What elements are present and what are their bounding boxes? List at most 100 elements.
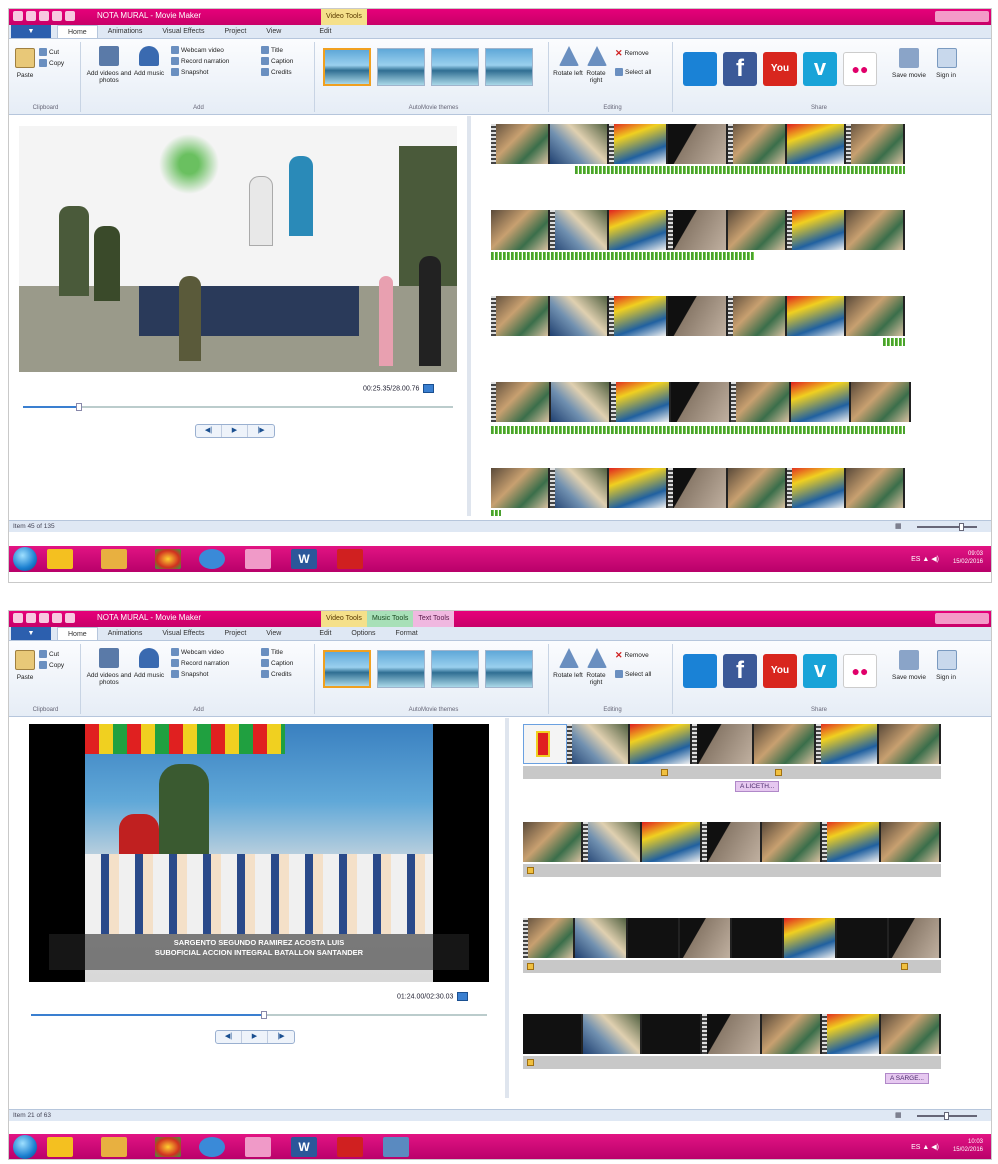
taskbar-acrobat-icon[interactable]	[337, 549, 363, 569]
add-videos-label[interactable]: Add videos and photos	[85, 672, 133, 686]
seek-thumb[interactable]	[75, 403, 82, 411]
add-videos-icon[interactable]	[99, 46, 119, 66]
title-button[interactable]: Title	[261, 648, 283, 656]
video-clip[interactable]	[671, 382, 731, 422]
snapshot-button[interactable]: Snapshot	[171, 670, 208, 678]
flickr-icon[interactable]: ●●	[843, 654, 877, 688]
music-note-icon[interactable]	[139, 46, 159, 66]
video-clip[interactable]	[851, 382, 911, 422]
rotate-left-icon[interactable]	[559, 648, 579, 668]
video-clip[interactable]	[550, 296, 610, 336]
tab-visual-effects[interactable]: Visual Effects	[152, 627, 214, 640]
window-controls[interactable]	[935, 613, 989, 624]
video-clip[interactable]	[786, 124, 846, 164]
tray-icons[interactable]: ES ▲ ◀)	[911, 1143, 939, 1151]
video-clip[interactable]	[786, 210, 846, 250]
taskbar-media-icon[interactable]	[47, 549, 73, 569]
theme-thumbnail[interactable]	[431, 650, 479, 688]
caption-button[interactable]: Caption	[261, 659, 293, 667]
rotate-left-icon[interactable]	[559, 46, 579, 66]
video-preview[interactable]	[19, 126, 457, 372]
black-clip[interactable]	[836, 918, 889, 958]
snapshot-button[interactable]: Snapshot	[171, 68, 208, 76]
video-clip[interactable]	[582, 822, 643, 862]
black-clip[interactable]	[627, 918, 680, 958]
video-clip[interactable]	[821, 822, 882, 862]
narration-button[interactable]: Record narration	[171, 57, 229, 65]
music-track[interactable]	[491, 510, 501, 516]
storyboard-size-icon[interactable]: ▦	[895, 1111, 902, 1119]
video-clip[interactable]	[491, 124, 551, 164]
theme-thumbnail[interactable]	[485, 650, 533, 688]
video-clip[interactable]	[888, 918, 941, 958]
video-clip[interactable]	[845, 124, 905, 164]
music-track[interactable]	[491, 426, 905, 434]
taskbar-chrome-icon[interactable]	[155, 1137, 181, 1157]
onedrive-icon[interactable]	[683, 52, 717, 86]
taskbar-ie-icon[interactable]	[199, 549, 225, 569]
taskbar-chrome-icon[interactable]	[155, 549, 181, 569]
tab-visual-effects[interactable]: Visual Effects	[152, 25, 214, 38]
taskbar-moviemaker-icon[interactable]	[245, 549, 271, 569]
video-clip[interactable]	[731, 382, 791, 422]
play-button[interactable]: ▶	[222, 425, 248, 437]
video-clip[interactable]	[523, 918, 576, 958]
caption-tag[interactable]: A SARGE...	[885, 1073, 929, 1084]
zoom-thumb[interactable]	[944, 1112, 949, 1120]
video-clip[interactable]	[754, 724, 817, 764]
copy-button[interactable]: Copy	[39, 661, 64, 669]
video-clip[interactable]	[727, 468, 787, 508]
taskbar-moviemaker-icon[interactable]	[245, 1137, 271, 1157]
sign-in-icon[interactable]	[937, 48, 957, 68]
theme-thumbnail[interactable]	[377, 48, 425, 86]
tab-view[interactable]: View	[256, 25, 291, 38]
video-clip[interactable]	[575, 918, 628, 958]
theme-thumbnail[interactable]	[323, 48, 371, 86]
fullscreen-icon[interactable]	[423, 384, 435, 393]
webcam-button[interactable]: Webcam video	[171, 46, 224, 54]
video-clip[interactable]	[609, 468, 669, 508]
caption-track[interactable]	[523, 960, 941, 973]
video-clip[interactable]	[845, 468, 905, 508]
seek-bar[interactable]	[31, 1011, 487, 1019]
tab-view[interactable]: View	[256, 627, 291, 640]
caption-marker[interactable]	[775, 769, 782, 776]
black-clip[interactable]	[642, 1014, 703, 1054]
video-clip[interactable]	[821, 1014, 882, 1054]
youtube-icon[interactable]: You	[763, 654, 797, 688]
add-music-label[interactable]: Add music	[133, 672, 165, 679]
tray-clock[interactable]: 10:03 15/02/2016	[953, 1138, 983, 1154]
zoom-slider[interactable]: ▦	[895, 1112, 985, 1120]
facebook-icon[interactable]: f	[723, 654, 757, 688]
video-clip[interactable]	[567, 724, 630, 764]
sign-in-label[interactable]: Sign in	[931, 72, 961, 79]
paste-label[interactable]: Paste	[13, 72, 37, 79]
video-clip[interactable]	[491, 382, 551, 422]
caption-overlay[interactable]: SARGENTO SEGUNDO RAMIREZ ACOSTA LUIS SUB…	[49, 934, 469, 970]
credits-button[interactable]: Credits	[261, 670, 292, 678]
zoom-thumb[interactable]	[959, 523, 964, 531]
save-movie-icon[interactable]	[899, 48, 919, 68]
remove-button[interactable]: ✕ Remove	[615, 48, 649, 59]
video-clip[interactable]	[609, 296, 669, 336]
video-clip[interactable]	[679, 918, 732, 958]
music-note-icon[interactable]	[139, 648, 159, 668]
theme-thumbnail[interactable]	[323, 650, 371, 688]
video-clip[interactable]	[845, 296, 905, 336]
title-button[interactable]: Title	[261, 46, 283, 54]
taskbar-word-icon[interactable]: W	[291, 549, 317, 569]
taskbar-explorer-icon[interactable]	[101, 549, 127, 569]
save-movie-icon[interactable]	[899, 650, 919, 670]
window-controls[interactable]	[935, 11, 989, 22]
previous-frame-button[interactable]: ◀|	[196, 425, 222, 437]
tab-options[interactable]: Options	[341, 627, 385, 640]
theme-thumbnail[interactable]	[431, 48, 479, 86]
video-clip[interactable]	[668, 210, 728, 250]
video-clip[interactable]	[761, 822, 822, 862]
sign-in-icon[interactable]	[937, 650, 957, 670]
paste-icon[interactable]	[15, 650, 35, 670]
rotate-right-icon[interactable]	[587, 46, 607, 66]
taskbar-word-icon[interactable]: W	[291, 1137, 317, 1157]
flickr-icon[interactable]: ●●	[843, 52, 877, 86]
music-track[interactable]	[883, 338, 905, 346]
